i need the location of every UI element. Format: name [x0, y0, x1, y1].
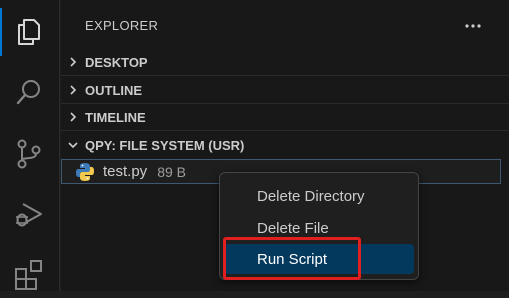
chevron-right-icon	[61, 111, 85, 123]
search-icon	[16, 80, 40, 105]
files-icon	[18, 19, 40, 45]
chevron-right-icon	[61, 56, 85, 68]
extensions-icon	[15, 260, 42, 290]
divider	[61, 75, 509, 76]
section-label: DESKTOP	[85, 54, 148, 70]
explorer-button[interactable]	[0, 8, 58, 56]
run-debug-button[interactable]	[0, 190, 58, 238]
source-control-icon	[17, 139, 41, 169]
debug-icon	[16, 203, 42, 227]
more-actions-button[interactable]	[461, 14, 485, 38]
section-label: QPY: FILE SYSTEM (USR)	[85, 137, 245, 153]
section-qpy-file-system[interactable]: QPY: FILE SYSTEM (USR)	[61, 132, 509, 158]
chevron-right-icon	[61, 84, 85, 96]
menu-item-label: Delete File	[257, 219, 329, 237]
activity-bar	[0, 0, 60, 291]
menu-item-label: Delete Directory	[257, 187, 365, 205]
source-control-button[interactable]	[0, 130, 58, 178]
section-label: TIMELINE	[85, 109, 146, 125]
file-size: 89 B	[157, 163, 186, 180]
file-name: test.py	[103, 163, 148, 180]
section-desktop[interactable]: DESKTOP	[61, 49, 509, 75]
menu-item-delete-directory[interactable]: Delete Directory	[224, 181, 414, 211]
chevron-down-icon	[61, 140, 85, 150]
section-label: OUTLINE	[85, 82, 143, 98]
search-button[interactable]	[0, 68, 58, 116]
ellipsis-icon	[465, 24, 481, 28]
divider	[61, 130, 509, 131]
highlight-annotation	[223, 237, 361, 280]
python-icon	[75, 162, 95, 182]
sidebar-title: EXPLORER	[85, 18, 159, 33]
section-timeline[interactable]: TIMELINE	[61, 104, 509, 130]
section-outline[interactable]: OUTLINE	[61, 77, 509, 103]
